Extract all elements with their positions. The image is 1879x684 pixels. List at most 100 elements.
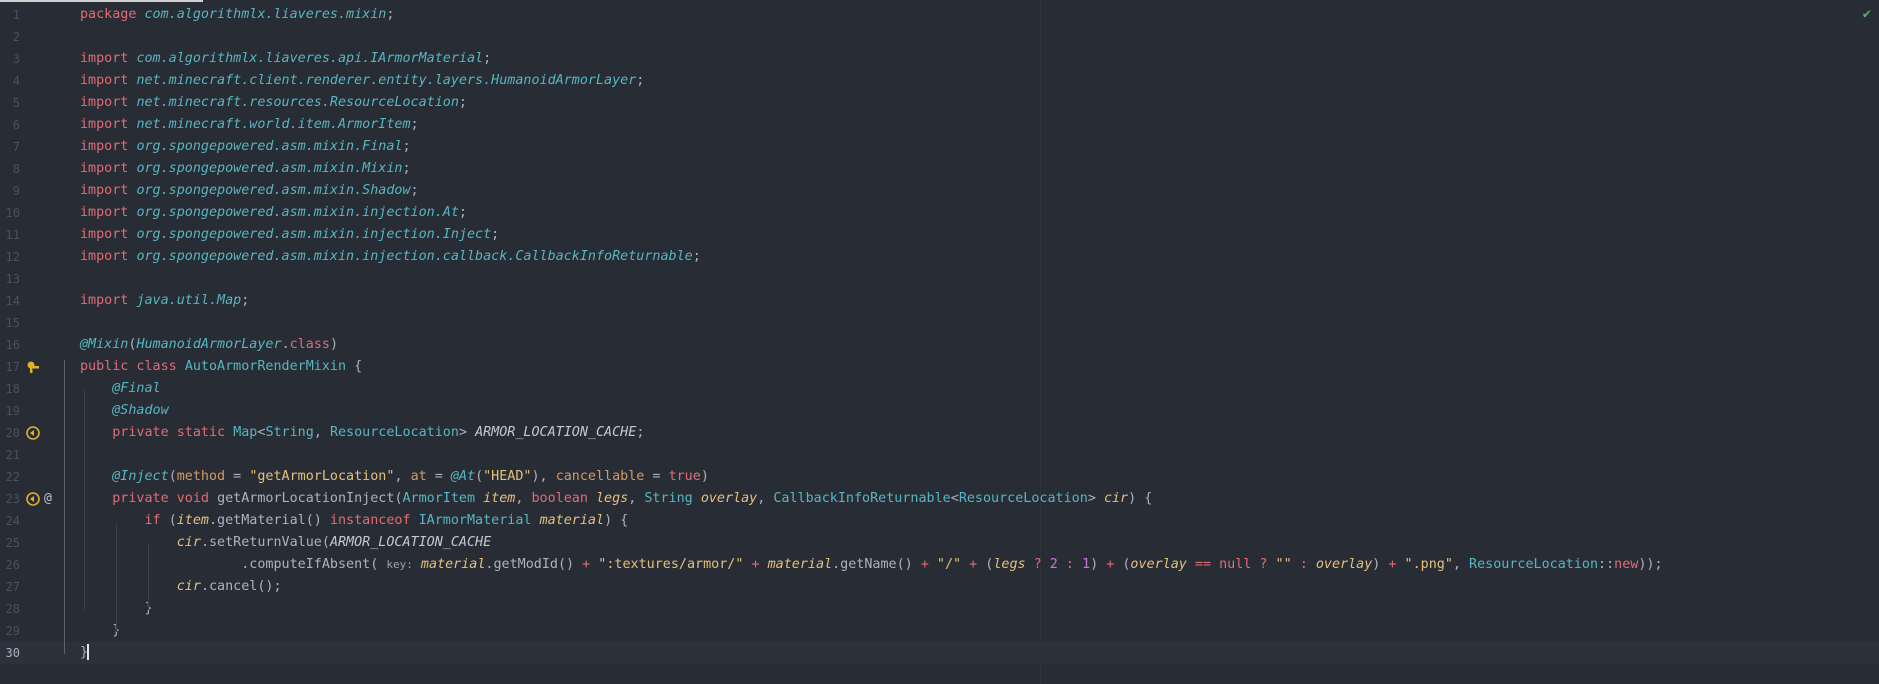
code-line[interactable]: 14 import java.util.Map; [0, 290, 1879, 312]
active-tab-indicator [0, 0, 203, 2]
code-line[interactable]: 13 [0, 268, 1879, 290]
code-line[interactable]: 9 import org.spongepowered.asm.mixin.Shad… [0, 180, 1879, 202]
code-token: if [144, 513, 169, 528]
line-number[interactable]: 16 [0, 334, 20, 356]
line-number[interactable]: 30 [0, 642, 20, 664]
line-number[interactable]: 19 [0, 400, 20, 422]
code-line[interactable]: 12 import org.spongepowered.asm.mixin.inj… [0, 246, 1879, 268]
line-number[interactable]: 5 [0, 92, 20, 114]
code-line[interactable]: 28 } [0, 598, 1879, 620]
line-content: private void getArmorLocationInject(Armo… [80, 488, 1152, 510]
code-line[interactable]: 30} [0, 642, 1879, 664]
code-line[interactable]: 11 import org.spongepowered.asm.mixin.inj… [0, 224, 1879, 246]
code-token: legs [993, 557, 1034, 572]
line-number[interactable]: 13 [0, 268, 20, 290]
code-line[interactable]: 20 private static Map<String, ResourceLo… [0, 422, 1879, 444]
code-line[interactable]: 29 } [0, 620, 1879, 642]
code-token: overlay [1315, 557, 1373, 572]
line-content: .computeIfAbsent( key: material.getModId… [80, 554, 1663, 576]
code-token: "getArmorLocation" [249, 469, 395, 484]
line-number[interactable]: 23 [0, 488, 20, 510]
line-number[interactable]: 11 [0, 224, 20, 246]
line-number[interactable]: 20 [0, 422, 20, 444]
code-token: @Inject [112, 469, 169, 484]
line-number[interactable]: 1 [0, 4, 20, 26]
code-line[interactable]: 18 @Final [0, 378, 1879, 400]
line-number[interactable]: 21 [0, 444, 20, 466]
code-token: + [751, 557, 768, 572]
code-token: ResourceLocation [329, 425, 459, 440]
code-token: material [420, 557, 486, 572]
code-line[interactable]: 16 @Mixin(HumanoidArmorLayer.class) [0, 334, 1879, 356]
code-line[interactable]: 22 @Inject(method = "getArmorLocation", … [0, 466, 1879, 488]
line-number[interactable]: 28 [0, 598, 20, 620]
line-number[interactable]: 10 [0, 202, 20, 224]
line-number[interactable]: 17 [0, 356, 20, 378]
code-editor[interactable]: 1 package com.algorithmlx.liaveres.mixin;… [0, 4, 1879, 664]
line-number[interactable]: 8 [0, 158, 20, 180]
line-number[interactable]: 26 [0, 554, 20, 576]
line-number[interactable]: 14 [0, 290, 20, 312]
line-number[interactable]: 27 [0, 576, 20, 598]
line-number[interactable]: 6 [0, 114, 20, 136]
code-line[interactable]: 1 package com.algorithmlx.liaveres.mixin; [0, 4, 1879, 26]
code-line[interactable]: 2 [0, 26, 1879, 48]
code-line[interactable]: 15 [0, 312, 1879, 334]
mixin-target-navigation-icon[interactable] [26, 422, 40, 444]
line-number[interactable]: 12 [0, 246, 20, 268]
code-line[interactable]: 5 import net.minecraft.resources.Resource… [0, 92, 1879, 114]
code-token: ) [1372, 557, 1389, 572]
line-number[interactable]: 4 [0, 70, 20, 92]
code-token: @Mixin [80, 337, 129, 352]
code-line[interactable]: 21 [0, 444, 1879, 466]
line-number[interactable]: 18 [0, 378, 20, 400]
code-token: 2 [1049, 557, 1066, 572]
code-token: net.minecraft.resources.ResourceLocation [136, 95, 459, 110]
at-annotation-icon[interactable]: @ [44, 488, 52, 510]
code-token: , [1452, 557, 1470, 572]
code-line[interactable]: 26 .computeIfAbsent( key: material.getMo… [0, 554, 1879, 576]
code-token: package [80, 7, 145, 22]
code-line[interactable]: 23 @ private void getArmorLocationInject(… [0, 488, 1879, 510]
code-token: import [80, 249, 137, 264]
code-token: )); [1638, 557, 1663, 572]
line-number[interactable]: 25 [0, 532, 20, 554]
code-line[interactable]: 24 if (item.getMaterial() instanceof IAr… [0, 510, 1879, 532]
code-line[interactable]: 4 import net.minecraft.client.renderer.en… [0, 70, 1879, 92]
mixin-target-navigation-icon[interactable] [26, 488, 40, 510]
implementing-method-icon[interactable] [26, 356, 40, 378]
line-number[interactable]: 9 [0, 180, 20, 202]
code-token: import [80, 95, 137, 110]
line-number[interactable]: 3 [0, 48, 20, 70]
line-number[interactable]: 24 [0, 510, 20, 532]
code-token: ? [1033, 557, 1050, 572]
code-line[interactable]: 25 cir.setReturnValue(ARMOR_LOCATION_CAC… [0, 532, 1879, 554]
code-line[interactable]: 19 @Shadow [0, 400, 1879, 422]
code-token: com.algorithmlx.liaveres.api.IArmorMater… [136, 51, 484, 66]
indent-guide [116, 522, 117, 632]
code-token: "HEAD" [483, 469, 532, 484]
code-token: > [1087, 491, 1104, 506]
code-line[interactable]: 10 import org.spongepowered.asm.mixin.inj… [0, 202, 1879, 224]
code-token: ResourceLocation [1469, 557, 1599, 572]
code-token: , [515, 491, 532, 506]
line-number[interactable]: 2 [0, 26, 20, 48]
code-line[interactable]: 6 import net.minecraft.world.item.ArmorIt… [0, 114, 1879, 136]
line-content: import org.spongepowered.asm.mixin.Shado… [80, 180, 419, 202]
code-line[interactable]: 3 import com.algorithmlx.liaveres.api.IAr… [0, 48, 1879, 70]
code-token: ; [241, 293, 250, 308]
code-token: ( [394, 491, 403, 506]
line-number[interactable]: 29 [0, 620, 20, 642]
code-line[interactable]: 7 import org.spongepowered.asm.mixin.Fina… [0, 136, 1879, 158]
line-number[interactable]: 15 [0, 312, 20, 334]
code-line[interactable]: 17 public class AutoArmorRenderMixin { [0, 356, 1879, 378]
line-number[interactable]: 7 [0, 136, 20, 158]
code-line[interactable]: 27 cir.cancel(); [0, 576, 1879, 598]
code-token: private static [112, 425, 234, 440]
line-content: } [80, 620, 120, 642]
line-content: import org.spongepowered.asm.mixin.Mixin… [80, 158, 411, 180]
code-line[interactable]: 8 import org.spongepowered.asm.mixin.Mixi… [0, 158, 1879, 180]
line-number[interactable]: 22 [0, 466, 20, 488]
code-token: at [410, 469, 427, 484]
